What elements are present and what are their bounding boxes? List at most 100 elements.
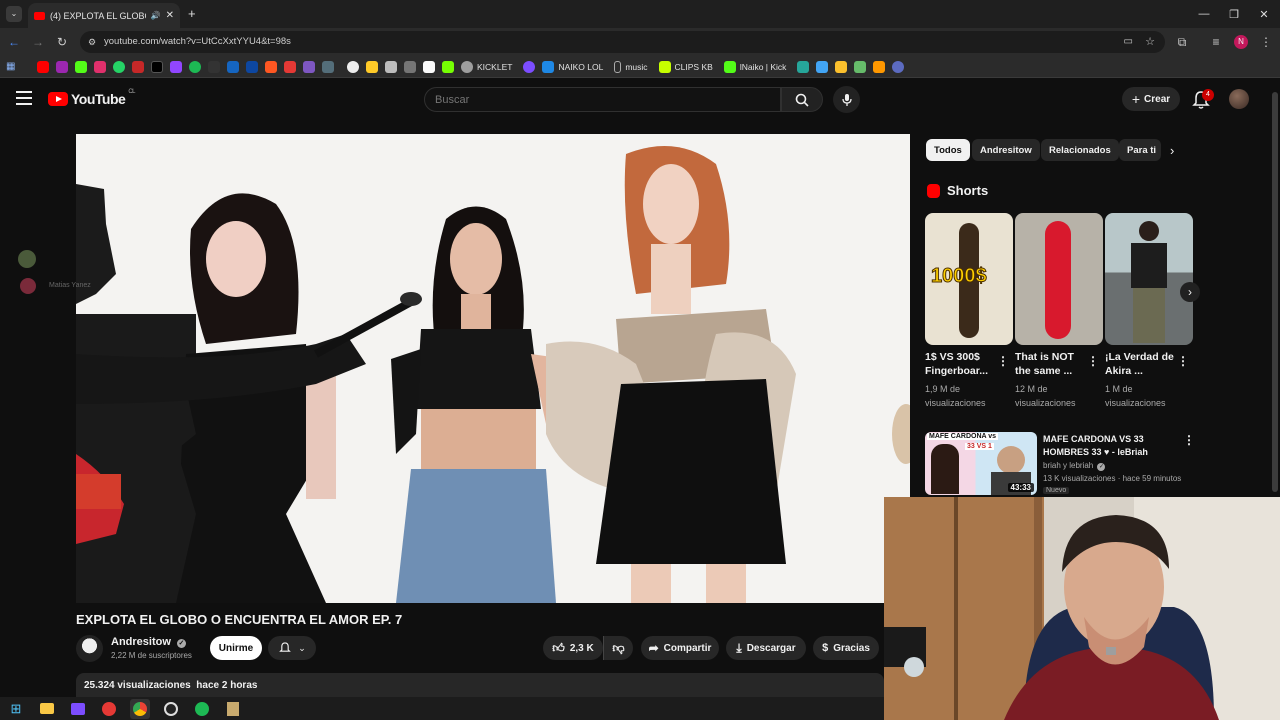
site-info-icon[interactable]: ⚙ [88,31,96,53]
page-scrollbar[interactable] [1272,92,1278,492]
short-menu-icon-2[interactable]: ⋮ [1087,354,1099,368]
short-thumbnail-1[interactable]: 1000$ [925,213,1013,345]
bookmark-icon-14[interactable] [423,60,435,73]
profile-avatar[interactable]: N [1234,35,1248,49]
share-button[interactable]: ➦ Compartir [641,636,719,660]
short-title-1[interactable]: 1$ VS 300$ Fingerboar... [925,350,999,378]
speaker-icon[interactable]: 🔊 [151,11,161,20]
reload-icon[interactable]: ↻ [54,34,70,50]
bookmark-icon-22[interactable] [892,60,905,73]
back-icon[interactable]: ← [6,34,22,50]
address-bar[interactable]: ⚙ youtube.com/watch?v=UtCcXxtYYU4&t=98s … [80,31,1165,53]
short-title-3[interactable]: ¡La Verdad de Akira ... [1105,350,1179,378]
bookmark-naiko-kick[interactable]: lNaiko | Kick [723,60,786,73]
forward-icon[interactable]: → [30,34,46,50]
short-menu-icon-1[interactable]: ⋮ [997,354,1009,368]
bookmark-icon-21[interactable] [873,60,886,73]
whatsapp-bookmark-icon[interactable] [113,60,125,73]
bookmark-icon-19[interactable] [835,60,848,73]
bookmark-icon-5[interactable] [246,60,258,73]
bookmark-icon-1[interactable] [56,60,68,73]
short-thumbnail-2[interactable] [1015,213,1103,345]
file-explorer-icon[interactable] [37,699,57,719]
bookmark-icon-16[interactable] [523,60,536,73]
short-views-1: 1,9 M de visualizaciones [925,384,986,408]
channel-avatar[interactable] [76,635,103,662]
bookmark-icon-2[interactable] [132,60,144,73]
media-controls-icon[interactable]: ≡ [1208,34,1224,50]
create-button[interactable]: + Crear [1122,87,1180,111]
bookmark-icon-11[interactable] [366,60,378,73]
chip-all[interactable]: Todos [926,139,970,161]
extensions-icon[interactable]: ⧉ [1174,34,1190,50]
channel-name[interactable]: Andresitow ✓ [111,636,186,648]
chrome-taskbar-icon[interactable] [130,698,150,719]
chips-next-icon[interactable]: › [1170,143,1174,158]
tab-search-button[interactable]: ⌄ [6,6,22,22]
bookmark-icon-15[interactable] [442,60,454,73]
youtube-bookmark-icon[interactable] [37,60,49,73]
bookmark-icon-7[interactable] [284,60,296,73]
short-menu-icon-3[interactable]: ⋮ [1177,354,1189,368]
media-player-icon[interactable] [68,699,88,719]
kick-bookmark-icon[interactable] [75,60,87,73]
chip-related[interactable]: Relacionados [1041,139,1119,161]
bookmark-kicklet[interactable]: KICKLET [461,60,512,73]
minimize-icon[interactable]: — [1188,0,1220,28]
recommended-title[interactable]: MAFE CARDONA VS 33 HOMBRES 33 ♥ - leBria… [1043,433,1178,459]
browser-tab-active[interactable]: (4) EXPLOTA EL GLOBO O EN 🔊 ✕ [28,3,180,28]
short-thumbnail-3[interactable] [1105,213,1193,345]
download-button[interactable]: ⤓ Descargar [726,636,806,660]
recommended-channel[interactable]: briah y lebriah ✓ [1043,461,1106,471]
twitch-bookmark-icon[interactable] [170,60,182,73]
windows-start-icon[interactable]: ⊞ [6,699,26,719]
cast-icon[interactable]: ▭ [1124,31,1133,53]
bookmark-icon-12[interactable] [385,60,397,73]
voice-search-button[interactable] [833,86,860,113]
recommended-menu-icon[interactable]: ⋮ [1183,433,1195,447]
bookmark-icon-20[interactable] [854,60,867,73]
bookmark-naiko-lol[interactable]: NAIKO LOL [542,60,603,73]
restore-icon[interactable]: ❐ [1218,0,1250,28]
bookmark-icon-18[interactable] [816,60,829,73]
close-window-icon[interactable]: ✕ [1248,0,1280,28]
close-tab-icon[interactable]: ✕ [166,10,174,21]
bookmark-icon-3[interactable] [208,60,220,73]
instagram-bookmark-icon[interactable] [94,60,106,73]
youtube-logo[interactable]: YouTube CL [48,89,135,107]
search-button[interactable] [781,87,823,112]
bookmark-clips-kb[interactable]: CLIPS KB [658,60,713,73]
discord-icon[interactable] [99,699,119,719]
hamburger-menu-icon[interactable] [16,91,32,105]
short-title-2[interactable]: That is NOT the same ... [1015,350,1089,378]
shorts-next-button[interactable]: › [1180,282,1200,302]
spotify-bookmark-icon[interactable] [189,60,201,73]
chip-channel[interactable]: Andresitow [972,139,1040,161]
x-bookmark-icon[interactable] [151,60,163,73]
bookmark-icon-4[interactable] [227,60,239,73]
new-tab-button[interactable]: + [188,6,196,21]
chrome-menu-icon[interactable]: ⋮ [1258,34,1274,50]
chip-for-you[interactable]: Para ti [1119,139,1161,161]
bookmark-icon-9[interactable] [322,60,334,73]
user-avatar[interactable] [1229,89,1249,109]
obs-icon[interactable] [161,699,181,719]
bookmark-icon-13[interactable] [404,60,416,73]
like-button[interactable]: 👍︎ 2,3 K [543,636,603,660]
bookmark-icon-10[interactable] [347,60,359,73]
spotify-taskbar-icon[interactable] [192,699,212,719]
bookmark-star-icon[interactable]: ☆ [1145,31,1155,53]
bookmark-music[interactable]: music [614,60,648,73]
video-player[interactable] [76,134,910,603]
search-input[interactable] [424,87,781,112]
bookmark-icon-8[interactable] [303,60,315,73]
apps-grid-icon[interactable]: ▦ [6,61,18,73]
subscription-bell-button[interactable]: ⌄ [268,636,316,660]
bookmark-icon-17[interactable] [797,60,810,73]
join-button[interactable]: Unirme [210,636,262,660]
recommended-thumbnail[interactable]: MAFE CARDONA vs 33 VS 1 43:33 [925,432,1037,495]
league-of-legends-icon[interactable] [223,699,243,719]
thanks-button[interactable]: $ Gracias [813,636,879,660]
bookmark-icon-6[interactable] [265,60,277,73]
dislike-button[interactable]: 👎︎ [603,636,633,660]
